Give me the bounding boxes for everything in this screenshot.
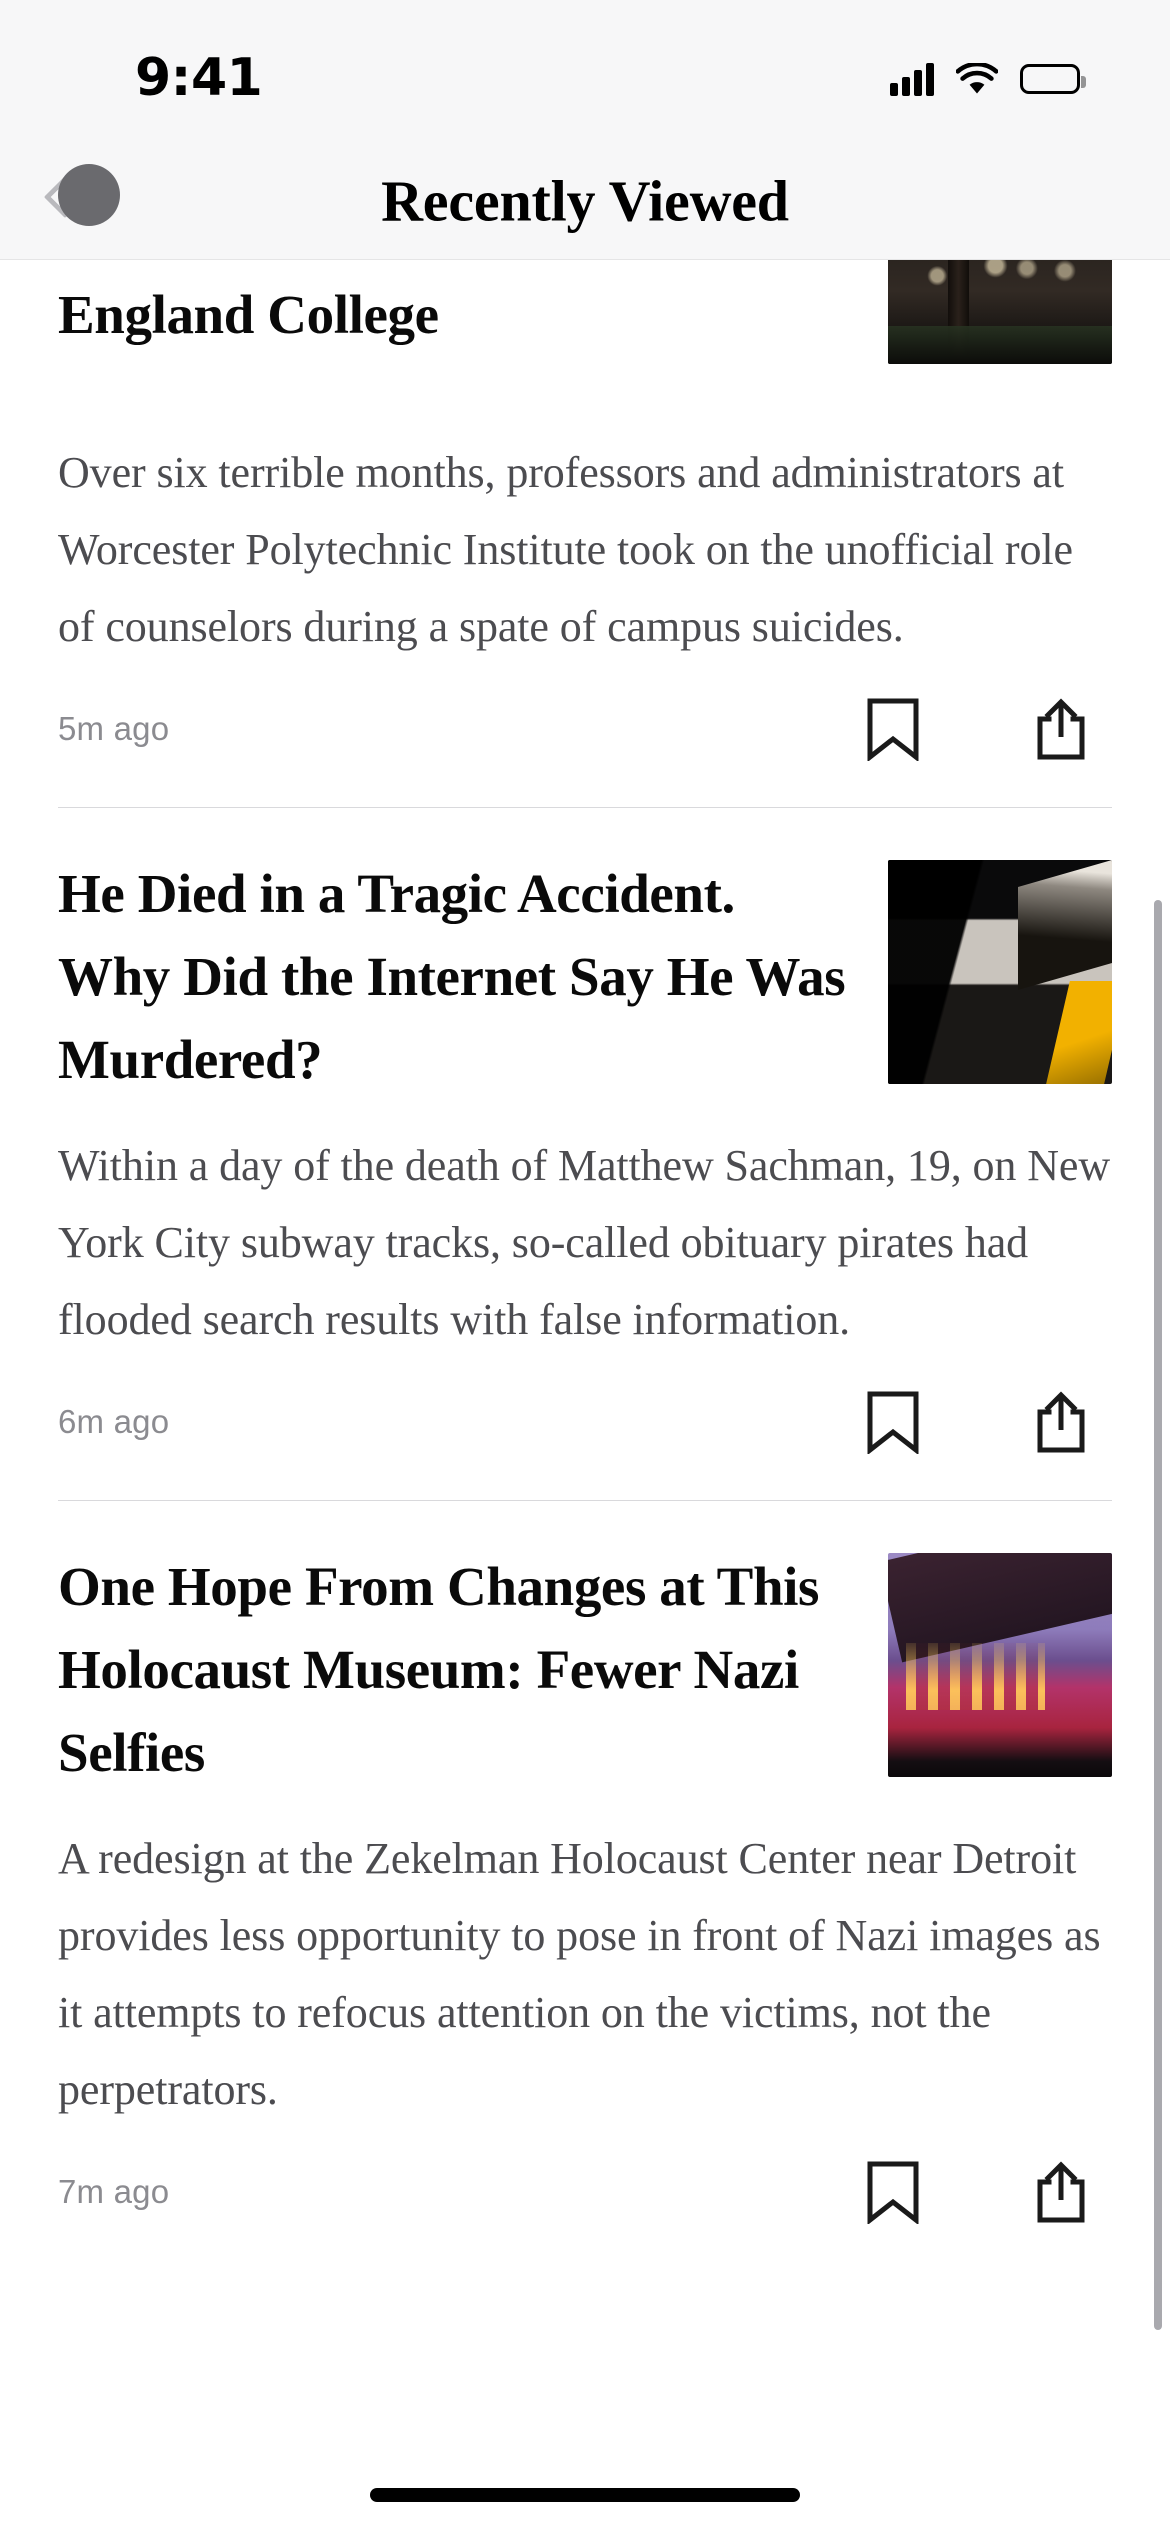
cellular-bars-icon [890, 62, 934, 96]
share-icon[interactable] [1032, 697, 1090, 761]
navigation-bar: Recently Viewed [0, 142, 1170, 260]
article-headline[interactable]: One Hope From Changes at This Holocaust … [58, 1545, 848, 1794]
list-item[interactable]: Health Crisis That Shook a New England C… [0, 260, 1170, 807]
wifi-icon [955, 61, 999, 96]
article-summary: A redesign at the Zekelman Holocaust Cen… [58, 1834, 1101, 2114]
status-bar-indicators [890, 61, 1086, 96]
holocaust-museum-facade-photo [888, 1553, 1112, 1777]
article-timestamp: 7m ago [58, 2173, 170, 2210]
bookmark-icon[interactable] [864, 1390, 922, 1456]
bookmark-icon[interactable] [864, 2160, 922, 2226]
article-thumbnail[interactable] [888, 1553, 1112, 1777]
vertical-scrollbar[interactable] [1154, 900, 1162, 2330]
article-headline[interactable]: He Died in a Tragic Accident. Why Did th… [58, 852, 848, 1101]
article-actions [864, 1390, 1090, 1456]
list-item[interactable]: He Died in a Tragic Accident. Why Did th… [0, 808, 1170, 1500]
home-indicator [370, 2488, 800, 2502]
article-header: One Hope From Changes at This Holocaust … [58, 1545, 1112, 1794]
article-timestamp: 6m ago [58, 1403, 170, 1440]
battery-icon [1020, 64, 1086, 94]
article-headline[interactable]: Health Crisis That Shook a New England C… [58, 260, 848, 408]
article-thumbnail[interactable] [888, 860, 1112, 1084]
article-footer: 6m ago [58, 1390, 1112, 1500]
page-title: Recently Viewed [381, 168, 789, 234]
share-icon[interactable] [1032, 1390, 1090, 1454]
bookmark-icon[interactable] [864, 697, 922, 763]
list-item[interactable]: One Hope From Changes at This Holocaust … [0, 1501, 1170, 2270]
article-timestamp: 5m ago [58, 710, 170, 747]
article-header: He Died in a Tragic Accident. Why Did th… [58, 852, 1112, 1101]
share-icon[interactable] [1032, 2160, 1090, 2224]
article-footer: 5m ago [58, 697, 1112, 807]
night-campus-walkway-photo [888, 260, 1112, 364]
status-bar-time: 9:41 [135, 48, 263, 108]
subway-platform-photo [888, 860, 1112, 1084]
recently-viewed-list[interactable]: Health Crisis That Shook a New England C… [0, 260, 1170, 2440]
article-header: Health Crisis That Shook a New England C… [58, 260, 1112, 408]
article-footer: 7m ago [58, 2160, 1112, 2270]
article-thumbnail[interactable] [888, 260, 1112, 364]
status-bar: 9:41 [0, 0, 1170, 142]
article-summary: Within a day of the death of Matthew Sac… [58, 1141, 1111, 1344]
article-actions [864, 2160, 1090, 2226]
article-summary: Over six terrible months, professors and… [58, 448, 1073, 651]
article-actions [864, 697, 1090, 763]
